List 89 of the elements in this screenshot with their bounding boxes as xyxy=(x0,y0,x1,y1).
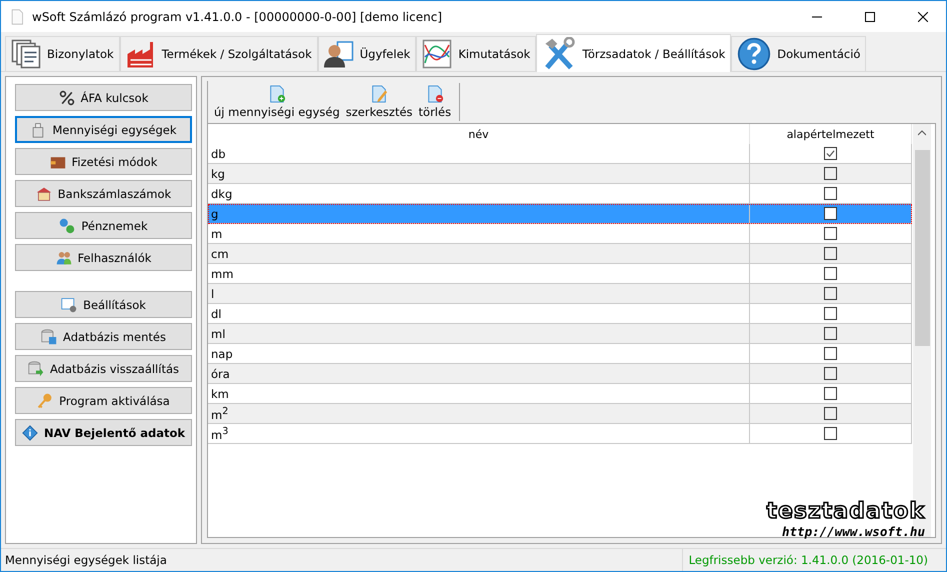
database-restore-icon xyxy=(28,360,44,376)
table-cell: m xyxy=(208,224,750,243)
table-cell: km xyxy=(208,384,750,403)
table-cell: dkg xyxy=(208,184,750,203)
app-document-icon xyxy=(9,8,25,24)
person-icon xyxy=(324,39,354,69)
table-row[interactable]: m$^{2}$ xyxy=(208,404,912,424)
table-row[interactable]: óra xyxy=(208,364,912,384)
checkbox[interactable] xyxy=(824,167,837,180)
table-row[interactable]: m xyxy=(208,224,912,244)
key-icon xyxy=(37,392,54,408)
checkbox[interactable] xyxy=(824,407,837,420)
status-text: Mennyiségi egységek listája xyxy=(4,553,167,567)
bank-icon xyxy=(36,186,52,202)
table-row[interactable]: dkg xyxy=(208,184,912,204)
checkbox[interactable] xyxy=(824,307,837,320)
stamp-title: tesztadatok xyxy=(766,499,925,524)
checkbox[interactable] xyxy=(824,387,837,400)
table-cell: dl xyxy=(208,304,750,323)
checkbox[interactable] xyxy=(824,247,837,260)
documents-icon xyxy=(11,39,41,69)
table-cell: kg xyxy=(208,164,750,183)
table-cell: mm xyxy=(208,264,750,283)
table-cell: cm xyxy=(208,244,750,263)
table-cell: óra xyxy=(208,364,750,383)
toolbar-button[interactable]: törlés xyxy=(416,83,454,121)
table-row[interactable]: g xyxy=(208,204,912,224)
question-icon xyxy=(737,37,772,71)
toolbar-button[interactable]: új mennyiségi egység xyxy=(212,83,342,121)
table-cell: l xyxy=(208,284,750,303)
table-row[interactable]: ml xyxy=(208,324,912,344)
close-icon xyxy=(918,12,928,22)
table-row[interactable]: nap xyxy=(208,344,912,364)
sidebar-button[interactable]: NAV Bejelentő adatok xyxy=(15,419,192,446)
sidebar-button[interactable]: Fizetési módok xyxy=(15,148,192,175)
checkbox[interactable] xyxy=(824,267,837,280)
info-diamond-icon xyxy=(22,424,38,440)
checkbox[interactable] xyxy=(824,227,837,240)
checkbox[interactable] xyxy=(824,427,837,440)
users-icon xyxy=(56,250,72,266)
table-row[interactable]: kg xyxy=(208,164,912,184)
sidebar-button[interactable]: Adatbázis visszaállítás xyxy=(15,355,192,382)
table-row[interactable]: km xyxy=(208,384,912,404)
tab[interactable]: Termékek / Szolgáltatások xyxy=(120,36,318,71)
tab[interactable]: Dokumentáció xyxy=(731,36,866,71)
table-row[interactable]: m$^{3}$ xyxy=(208,424,912,444)
database-save-icon xyxy=(41,328,58,344)
toolbar-button[interactable]: szerkesztés xyxy=(344,83,415,121)
checkbox[interactable] xyxy=(824,347,837,360)
table-row[interactable]: dl xyxy=(208,304,912,324)
document-delete-icon xyxy=(426,85,444,103)
scroll-up-icon[interactable] xyxy=(918,130,926,136)
version-text: Legfrissebb verzió: 1.41.0.0 (2016-01-10) xyxy=(682,549,946,571)
document-edit-icon xyxy=(370,85,388,103)
checkbox[interactable] xyxy=(824,327,837,340)
line-chart-icon xyxy=(422,39,452,69)
table-cell: m$^{3}$ xyxy=(208,424,750,443)
tab[interactable]: Ügyfelek xyxy=(318,36,416,71)
percent-icon xyxy=(58,90,75,106)
tab[interactable]: Kimutatások xyxy=(416,36,536,71)
sidebar-button[interactable]: Felhasználók xyxy=(15,244,192,271)
table-row[interactable]: mm xyxy=(208,264,912,284)
table-cell: g xyxy=(208,204,750,223)
checkbox[interactable] xyxy=(824,287,837,300)
sidebar-button[interactable]: Bankszámlaszámok xyxy=(15,180,192,207)
stamp-url: http://www.wsoft.hu xyxy=(782,524,925,539)
checkbox[interactable] xyxy=(824,147,837,160)
checkbox[interactable] xyxy=(824,367,837,380)
table-cell: m$^{2}$ xyxy=(208,404,750,423)
sidebar-button[interactable]: ÁFA kulcsok xyxy=(15,84,192,111)
document-add-icon xyxy=(268,85,286,103)
window-title: wSoft Számlázó program v1.41.0.0 - [00000000-0-00] [demo licenc] xyxy=(32,10,444,24)
table-cell: nap xyxy=(208,344,750,363)
checkbox[interactable] xyxy=(824,207,837,220)
sidebar-button[interactable]: Mennyiségi egységek xyxy=(15,116,192,143)
maximize-icon xyxy=(865,12,875,22)
tab[interactable]: Törzsadatok / Beállítások xyxy=(536,34,732,72)
factory-icon xyxy=(126,39,156,69)
table-row[interactable]: l xyxy=(208,284,912,304)
sidebar-button[interactable]: Beállítások xyxy=(15,291,192,318)
checkbox[interactable] xyxy=(824,187,837,200)
sidebar-button[interactable]: Program aktiválása xyxy=(15,387,192,414)
table-cell: ml xyxy=(208,324,750,343)
table-row[interactable]: db xyxy=(208,144,912,164)
sidebar-button[interactable]: Pénznemek xyxy=(15,212,192,239)
table-row[interactable]: cm xyxy=(208,244,912,264)
tab[interactable]: Bizonylatok xyxy=(5,36,120,71)
table-cell: db xyxy=(208,144,750,163)
sidebar-button[interactable]: Adatbázis mentés xyxy=(15,323,192,350)
